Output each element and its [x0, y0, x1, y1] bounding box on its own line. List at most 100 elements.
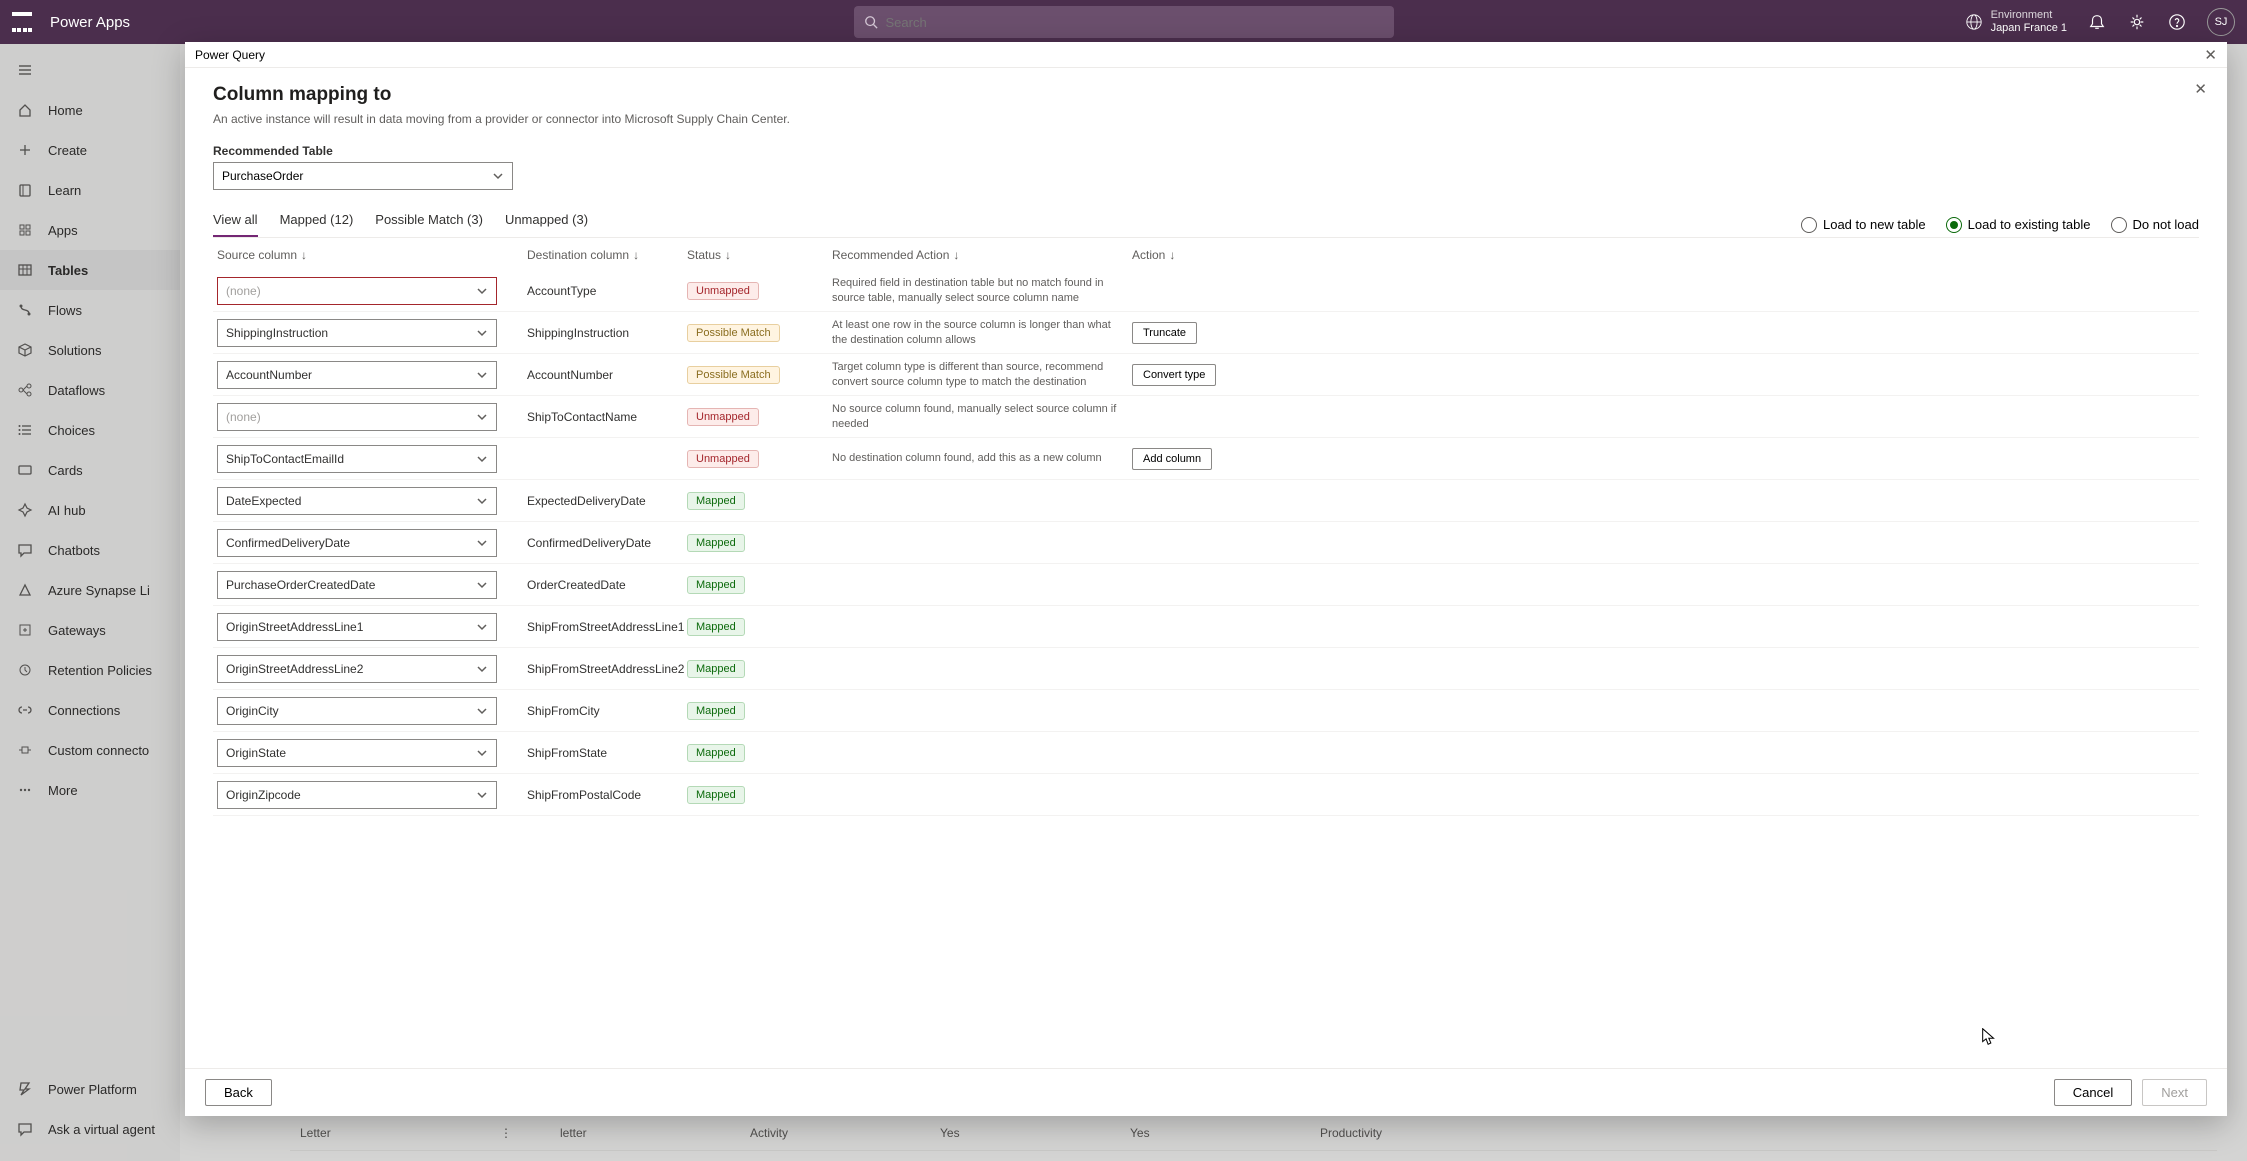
- sidebar-power-platform[interactable]: Power Platform: [0, 1069, 180, 1109]
- source-column-select[interactable]: OriginStreetAddressLine2: [217, 655, 497, 683]
- sidebar-collapse[interactable]: [0, 50, 180, 90]
- user-avatar[interactable]: SJ: [2207, 8, 2235, 36]
- sidebar-item-gateways[interactable]: Gateways: [0, 610, 180, 650]
- chevron-down-icon: [492, 170, 504, 182]
- sidebar-item-create[interactable]: Create: [0, 130, 180, 170]
- sidebar-item-label: Azure Synapse Li: [48, 583, 150, 598]
- col-header-status[interactable]: Status ↓: [687, 248, 832, 262]
- panel-close-icon[interactable]: ✕: [2194, 80, 2207, 98]
- radio-existing-table[interactable]: Load to existing table: [1946, 217, 2091, 233]
- sort-icon: ↓: [953, 248, 959, 262]
- source-column-select[interactable]: ShipToContactEmailId: [217, 445, 497, 473]
- source-column-select[interactable]: ShippingInstruction: [217, 319, 497, 347]
- col-header-action[interactable]: Action ↓: [1132, 248, 1175, 262]
- sidebar-item-connections[interactable]: Connections: [0, 690, 180, 730]
- sidebar-item-tables[interactable]: Tables: [0, 250, 180, 290]
- col-header-destination[interactable]: Destination column ↓: [527, 248, 687, 262]
- sidebar-item-cards[interactable]: Cards: [0, 450, 180, 490]
- load-options: Load to new table Load to existing table…: [1801, 217, 2199, 233]
- mapping-row: OriginStreetAddressLine1 ShipFromStreetA…: [213, 606, 2199, 648]
- sidebar-item-azure-synapse-li[interactable]: Azure Synapse Li: [0, 570, 180, 610]
- close-icon[interactable]: ✕: [2204, 46, 2217, 64]
- help-icon[interactable]: [2167, 12, 2187, 32]
- action-button[interactable]: Convert type: [1132, 364, 1216, 386]
- settings-icon[interactable]: [2127, 12, 2147, 32]
- source-column-select[interactable]: DateExpected: [217, 487, 497, 515]
- source-column-select[interactable]: OriginZipcode: [217, 781, 497, 809]
- sort-icon: ↓: [301, 248, 307, 262]
- environment-label: Environment: [1991, 9, 2067, 22]
- source-column-value: (none): [226, 284, 261, 298]
- source-column-value: PurchaseOrderCreatedDate: [226, 578, 375, 592]
- sidebar-item-flows[interactable]: Flows: [0, 290, 180, 330]
- next-button[interactable]: Next: [2142, 1079, 2207, 1106]
- table-icon: [16, 261, 34, 279]
- sidebar-item-dataflows[interactable]: Dataflows: [0, 370, 180, 410]
- bg-table-row[interactable]: Letter ⋮ letter Activity Yes Yes Product…: [290, 1116, 2217, 1151]
- sidebar-item-learn[interactable]: Learn: [0, 170, 180, 210]
- sidebar-item-apps[interactable]: Apps: [0, 210, 180, 250]
- sidebar-item-label: More: [48, 783, 78, 798]
- action-button[interactable]: Truncate: [1132, 322, 1197, 344]
- notifications-icon[interactable]: [2087, 12, 2107, 32]
- source-column-value: ConfirmedDeliveryDate: [226, 536, 350, 550]
- source-column-select[interactable]: (none): [217, 403, 497, 431]
- chevron-down-icon: [476, 663, 488, 675]
- recommended-table-value: PurchaseOrder: [222, 169, 303, 183]
- global-search-input[interactable]: [886, 15, 1384, 30]
- sidebar-item-retention-policies[interactable]: Retention Policies: [0, 650, 180, 690]
- back-button[interactable]: Back: [205, 1079, 272, 1106]
- custom-icon: [16, 741, 34, 759]
- sidebar-virtual-agent[interactable]: Ask a virtual agent: [0, 1109, 180, 1149]
- col-header-source[interactable]: Source column ↓: [217, 248, 527, 262]
- tab-possible-match[interactable]: Possible Match (3): [375, 212, 483, 237]
- cancel-button[interactable]: Cancel: [2054, 1079, 2132, 1106]
- environment-picker[interactable]: Environment Japan France 1: [1965, 9, 2067, 35]
- status-badge: Unmapped: [687, 408, 759, 426]
- source-column-select[interactable]: OriginState: [217, 739, 497, 767]
- chat-icon: [16, 541, 34, 559]
- source-column-value: ShipToContactEmailId: [226, 452, 344, 466]
- mapping-row: OriginStreetAddressLine2 ShipFromStreetA…: [213, 648, 2199, 690]
- destination-column-value: ShipFromCity: [527, 704, 687, 718]
- list-icon: [16, 421, 34, 439]
- source-column-select[interactable]: ConfirmedDeliveryDate: [217, 529, 497, 557]
- radio-do-not-load[interactable]: Do not load: [2111, 217, 2200, 233]
- col-header-recommended[interactable]: Recommended Action ↓: [832, 248, 1132, 262]
- source-column-select[interactable]: PurchaseOrderCreatedDate: [217, 571, 497, 599]
- radio-new-table[interactable]: Load to new table: [1801, 217, 1926, 233]
- source-column-value: OriginStreetAddressLine1: [226, 620, 363, 634]
- mapping-row: AccountNumber AccountNumber Possible Mat…: [213, 354, 2199, 396]
- sidebar-item-chatbots[interactable]: Chatbots: [0, 530, 180, 570]
- sidebar-item-ai-hub[interactable]: AI hub: [0, 490, 180, 530]
- sidebar-item-choices[interactable]: Choices: [0, 410, 180, 450]
- source-column-select[interactable]: (none): [217, 277, 497, 305]
- source-column-value: OriginZipcode: [226, 788, 301, 802]
- tab-unmapped[interactable]: Unmapped (3): [505, 212, 588, 237]
- sidebar-item-custom-connecto[interactable]: Custom connecto: [0, 730, 180, 770]
- sidebar-item-home[interactable]: Home: [0, 90, 180, 130]
- power-query-modal: Power Query ✕ ✕ Column mapping to An act…: [185, 42, 2227, 1116]
- modal-footer: Back Cancel Next: [185, 1068, 2227, 1116]
- tab-mapped[interactable]: Mapped (12): [280, 212, 354, 237]
- sidebar-item-label: Cards: [48, 463, 83, 478]
- destination-column-value: ExpectedDeliveryDate: [527, 494, 687, 508]
- sidebar-item-label: Retention Policies: [48, 663, 152, 678]
- mapping-row: OriginZipcode ShipFromPostalCode Mapped: [213, 774, 2199, 816]
- destination-column-value: AccountNumber: [527, 368, 687, 382]
- sidebar-item-solutions[interactable]: Solutions: [0, 330, 180, 370]
- source-column-select[interactable]: AccountNumber: [217, 361, 497, 389]
- source-column-select[interactable]: OriginCity: [217, 697, 497, 725]
- app-launcher-icon[interactable]: [12, 12, 32, 32]
- chevron-down-icon: [476, 579, 488, 591]
- book-icon: [16, 181, 34, 199]
- sidebar-item-more[interactable]: More: [0, 770, 180, 810]
- source-column-select[interactable]: OriginStreetAddressLine1: [217, 613, 497, 641]
- mapping-row: PurchaseOrderCreatedDate OrderCreatedDat…: [213, 564, 2199, 606]
- sidebar-item-label: Home: [48, 103, 83, 118]
- chevron-down-icon: [476, 327, 488, 339]
- global-search[interactable]: [854, 6, 1394, 38]
- action-button[interactable]: Add column: [1132, 448, 1212, 470]
- recommended-table-select[interactable]: PurchaseOrder: [213, 162, 513, 190]
- tab-view-all[interactable]: View all: [213, 212, 258, 237]
